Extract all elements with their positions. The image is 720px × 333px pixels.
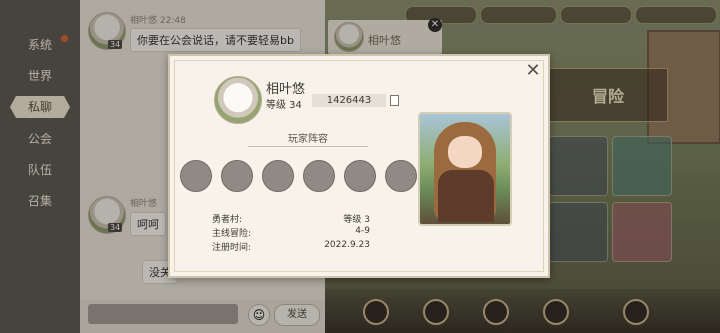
player-avatar [214, 76, 262, 124]
player-level: 等级 34 [266, 100, 302, 111]
lineup-slot[interactable] [303, 160, 335, 192]
player-profile-dialog: 相叶悠 等级 34 1426443 ✕ 玩家阵容 勇者村: 等级 3 主线冒险: 4… [168, 54, 550, 278]
character-portrait[interactable] [418, 112, 512, 226]
lineup-slot[interactable] [385, 160, 417, 192]
divider [248, 146, 368, 151]
lineup-slot[interactable] [221, 160, 253, 192]
player-id: 1426443 [312, 94, 386, 107]
close-icon[interactable]: ✕ [524, 62, 542, 80]
lineup-slot[interactable] [344, 160, 376, 192]
lineup-title: 玩家阵容 [288, 134, 328, 145]
copy-icon[interactable] [388, 95, 399, 109]
lineup-slot[interactable] [262, 160, 294, 192]
player-name: 相叶悠 [266, 82, 306, 97]
lineup-slot[interactable] [180, 160, 212, 192]
player-info: 勇者村: 等级 3 主线冒险: 4-9 注册时间: 2022.9.23 [212, 215, 370, 253]
